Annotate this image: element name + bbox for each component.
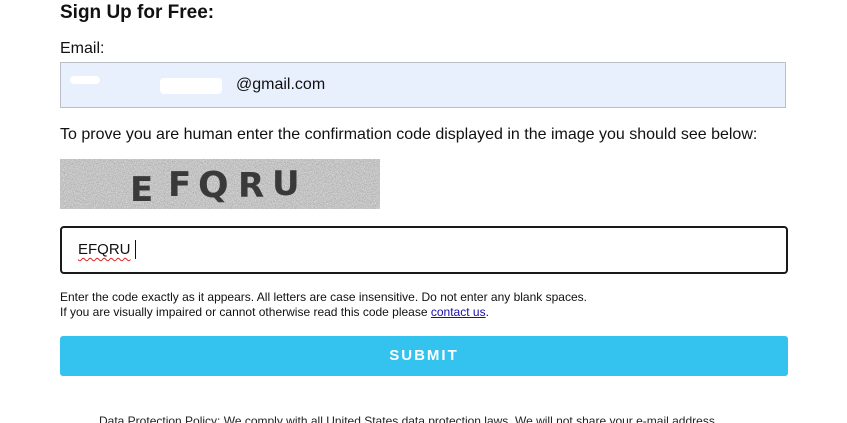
captcha-char: E bbox=[130, 170, 153, 209]
redaction-mark bbox=[70, 76, 100, 84]
captcha-char: R bbox=[238, 166, 264, 206]
email-redacted-prefix bbox=[92, 80, 164, 90]
contact-us-link[interactable]: contact us bbox=[431, 305, 486, 319]
form-title: Sign Up for Free: bbox=[60, 2, 215, 23]
captcha-char: F bbox=[168, 165, 191, 205]
help-line-2: If you are visually impaired or cannot o… bbox=[60, 305, 587, 320]
captcha-char: Q bbox=[198, 165, 229, 206]
captcha-code-input[interactable]: EFQRU bbox=[60, 226, 788, 274]
help-line-2-end: . bbox=[485, 305, 489, 319]
email-value: @gmail.com bbox=[236, 76, 326, 93]
captcha-code-value: EFQRU bbox=[78, 241, 131, 258]
submit-button[interactable]: SUBMIT bbox=[60, 336, 788, 376]
captcha-char: U bbox=[272, 164, 300, 204]
text-caret bbox=[135, 240, 136, 259]
help-line-2-text: If you are visually impaired or cannot o… bbox=[60, 305, 428, 319]
signup-page: Sign Up for Free: Email: @gmail.com To p… bbox=[0, 0, 847, 423]
captcha-prompt: To prove you are human enter the confirm… bbox=[60, 126, 758, 143]
data-protection-policy-text: Data Protection Policy: We comply with a… bbox=[99, 414, 715, 423]
email-label: Email: bbox=[60, 40, 105, 57]
redaction-mark bbox=[160, 78, 222, 94]
help-line-1: Enter the code exactly as it appears. Al… bbox=[60, 290, 587, 304]
captcha-image: E F Q R U bbox=[60, 159, 380, 209]
captcha-help-text: Enter the code exactly as it appears. Al… bbox=[60, 290, 587, 320]
